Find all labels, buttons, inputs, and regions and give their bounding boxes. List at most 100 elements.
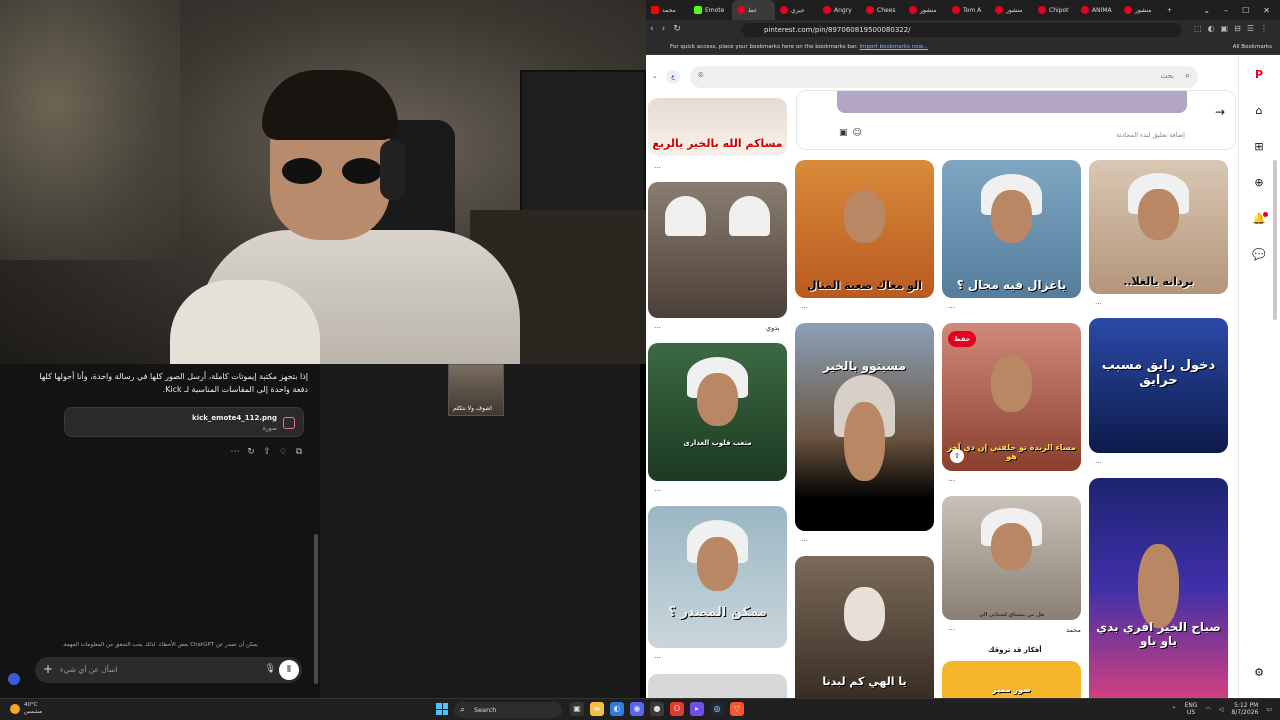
background-monitor xyxy=(520,70,646,220)
weather-widget[interactable]: 40°C مشمس xyxy=(10,702,42,716)
browser-tab[interactable]: جيري xyxy=(775,0,818,20)
thumbs-icon[interactable]: ♢ xyxy=(278,447,288,457)
browser-tab[interactable]: محمد xyxy=(646,0,689,20)
lens-search-icon[interactable]: ⌾ xyxy=(698,71,703,81)
settings-gear-icon[interactable]: ⚙ xyxy=(1250,666,1268,684)
mic-icon[interactable]: 🎙 xyxy=(265,664,276,674)
plus-icon[interactable]: + xyxy=(43,662,53,676)
browser-tab[interactable]: منشور xyxy=(990,0,1033,20)
thumbnail-caption: اشوف ولا نتكلم xyxy=(453,405,492,412)
chat-scrollbar[interactable] xyxy=(314,534,318,684)
chevron-down-icon[interactable]: ⌄ xyxy=(652,72,658,80)
create-icon[interactable]: ⊕ xyxy=(1250,176,1268,194)
copy-icon[interactable]: ⧉ xyxy=(294,447,304,457)
pin-card[interactable]: ياغزال فيه مجال ؟ xyxy=(942,160,1081,298)
tab-search-icon[interactable]: ⌄ xyxy=(1203,6,1210,15)
url-field[interactable]: pinterest.com/pin/897060819500080322/ xyxy=(742,23,1182,37)
pin-more-icon[interactable]: … xyxy=(801,302,808,310)
pin-card[interactable]: حفظ مساء الزبدة تو حلفتي إن دي آخر هو ⇧ xyxy=(942,323,1081,471)
voice-mode-icon[interactable]: ⦀ xyxy=(279,660,299,680)
language-indicator[interactable]: ENG US xyxy=(1185,702,1198,716)
file-explorer-icon[interactable]: ▬ xyxy=(590,702,604,716)
pin-save-button[interactable]: حفظ xyxy=(948,331,977,347)
image-attachment[interactable]: kick_emote4_112.png صورة xyxy=(64,407,304,437)
pin-card[interactable]: صور مميز xyxy=(942,661,1081,698)
close-icon[interactable]: ✕ xyxy=(1263,6,1270,15)
pin-more-icon[interactable]: … xyxy=(948,624,955,632)
more-icon[interactable]: ⋯ xyxy=(230,447,240,457)
extension-icons[interactable]: ⬚◐▣⊟☰⋮ xyxy=(1194,24,1274,33)
browser-tab[interactable]: منشور xyxy=(904,0,947,20)
pin-card[interactable]: يا الهي كم لبدنا xyxy=(795,556,934,698)
pin-card[interactable]: بردانه يالغلا.. xyxy=(1089,160,1228,294)
streamer-knee xyxy=(170,280,320,364)
pinterest-search[interactable]: ⌾ بحث ⌕ xyxy=(690,66,1198,88)
discord-icon[interactable]: ◉ xyxy=(630,702,644,716)
wifi-icon[interactable]: ◠ xyxy=(1206,706,1211,713)
browser-tab[interactable]: Angry xyxy=(818,0,861,20)
share-icon[interactable]: ⇧ xyxy=(950,449,964,463)
app-icon[interactable]: ▸ xyxy=(690,702,704,716)
pinterest-logo-icon[interactable]: P xyxy=(1250,68,1268,86)
windows-start-icon[interactable] xyxy=(436,703,448,715)
pin-card[interactable]: مسيتوو بالخير xyxy=(795,323,934,531)
chrome-icon[interactable]: ● xyxy=(650,702,664,716)
opera-icon[interactable]: O xyxy=(670,702,684,716)
browser-tab[interactable]: Chees xyxy=(861,0,904,20)
pin-card[interactable] xyxy=(648,182,787,318)
pin-more-icon[interactable]: … xyxy=(654,162,661,170)
notification-center-icon[interactable]: ▭ xyxy=(1266,706,1272,713)
pin-more-icon[interactable]: … xyxy=(948,475,955,483)
all-bookmarks[interactable]: All Bookmarks xyxy=(1233,44,1272,50)
maximize-icon[interactable]: ☐ xyxy=(1242,6,1249,15)
pin-more-icon[interactable]: … xyxy=(654,652,661,660)
browser-tab[interactable]: Tom A xyxy=(947,0,990,20)
page-scrollbar[interactable] xyxy=(1273,160,1277,320)
task-view-icon[interactable]: ▣ xyxy=(570,702,584,716)
pin-more-icon[interactable]: … xyxy=(654,485,661,493)
tab-label: منشور xyxy=(920,6,937,14)
browser-tab[interactable]: Chipot xyxy=(1033,0,1076,20)
browser-tab[interactable]: عط xyxy=(732,0,775,20)
comment-placeholder[interactable]: إضافة تعليق لبدء المحادثة xyxy=(1116,131,1185,139)
edge-icon[interactable]: ◐ xyxy=(610,702,624,716)
tray-chevron-icon[interactable]: ⌃ xyxy=(1172,706,1177,713)
pin-more-icon[interactable]: … xyxy=(654,322,661,330)
explore-icon[interactable]: ⊞ xyxy=(1250,140,1268,158)
messages-icon[interactable]: 💬 xyxy=(1250,248,1268,266)
profile-avatar[interactable]: ع xyxy=(666,70,680,84)
pin-card[interactable]: صباح الخير افري بدي ياو ياو xyxy=(1089,478,1228,698)
disclaimer: يمكن أن تصدر عن ChatGPT بعض الأخطاء. لذل… xyxy=(62,642,258,648)
send-arrow-icon[interactable]: → xyxy=(1215,105,1225,119)
pin-card[interactable]: ممكن المصدر ؟ xyxy=(648,506,787,648)
pin-card[interactable]: متعب قلوب العذارى xyxy=(648,343,787,481)
share-icon[interactable]: ⇧ xyxy=(262,447,272,457)
pin-more-icon[interactable]: … xyxy=(948,302,955,310)
pin-more-icon[interactable]: … xyxy=(1095,298,1102,306)
pin-card[interactable]: دخول رايق مسبب حرايق xyxy=(1089,318,1228,453)
comment-tools[interactable]: ▣☺ xyxy=(839,128,867,138)
steam-icon[interactable]: ◎ xyxy=(710,702,724,716)
volume-icon[interactable]: ◁ xyxy=(1219,706,1224,713)
home-icon[interactable]: ⌂ xyxy=(1250,104,1268,122)
taskbar-search[interactable]: Search xyxy=(454,702,562,718)
pin-card[interactable]: مساكم الله بالخير يالربع xyxy=(648,98,787,156)
pin-more-icon[interactable]: … xyxy=(1095,457,1102,465)
browser-tab[interactable]: Emote xyxy=(689,0,732,20)
user-avatar[interactable] xyxy=(8,673,20,685)
pin-caption: دخول رايق مسبب حرايق xyxy=(1101,358,1216,388)
chat-input[interactable]: + اسأل عن أي شيء 🎙 ⦀ xyxy=(35,657,302,683)
nav-buttons[interactable]: ‹›↻ xyxy=(650,24,689,34)
pin-card[interactable]: الو معاك صعبة المنال xyxy=(795,160,934,298)
clock[interactable]: 5:12 PM 8/7/2026 xyxy=(1231,702,1258,716)
import-bookmarks-link[interactable]: Import bookmarks now... xyxy=(860,44,928,50)
new-tab-button[interactable]: + xyxy=(1162,0,1180,20)
pin-more-icon[interactable]: … xyxy=(801,535,808,543)
pin-card[interactable]: هل من مشتاق لشتائي الي xyxy=(942,496,1081,620)
pin-card[interactable] xyxy=(648,674,787,698)
brave-icon[interactable]: ▽ xyxy=(730,702,744,716)
browser-tab[interactable]: منشور xyxy=(1119,0,1162,20)
minimize-icon[interactable]: – xyxy=(1224,6,1228,15)
regenerate-icon[interactable]: ↻ xyxy=(246,447,256,457)
browser-tab[interactable]: ANIMA xyxy=(1076,0,1119,20)
